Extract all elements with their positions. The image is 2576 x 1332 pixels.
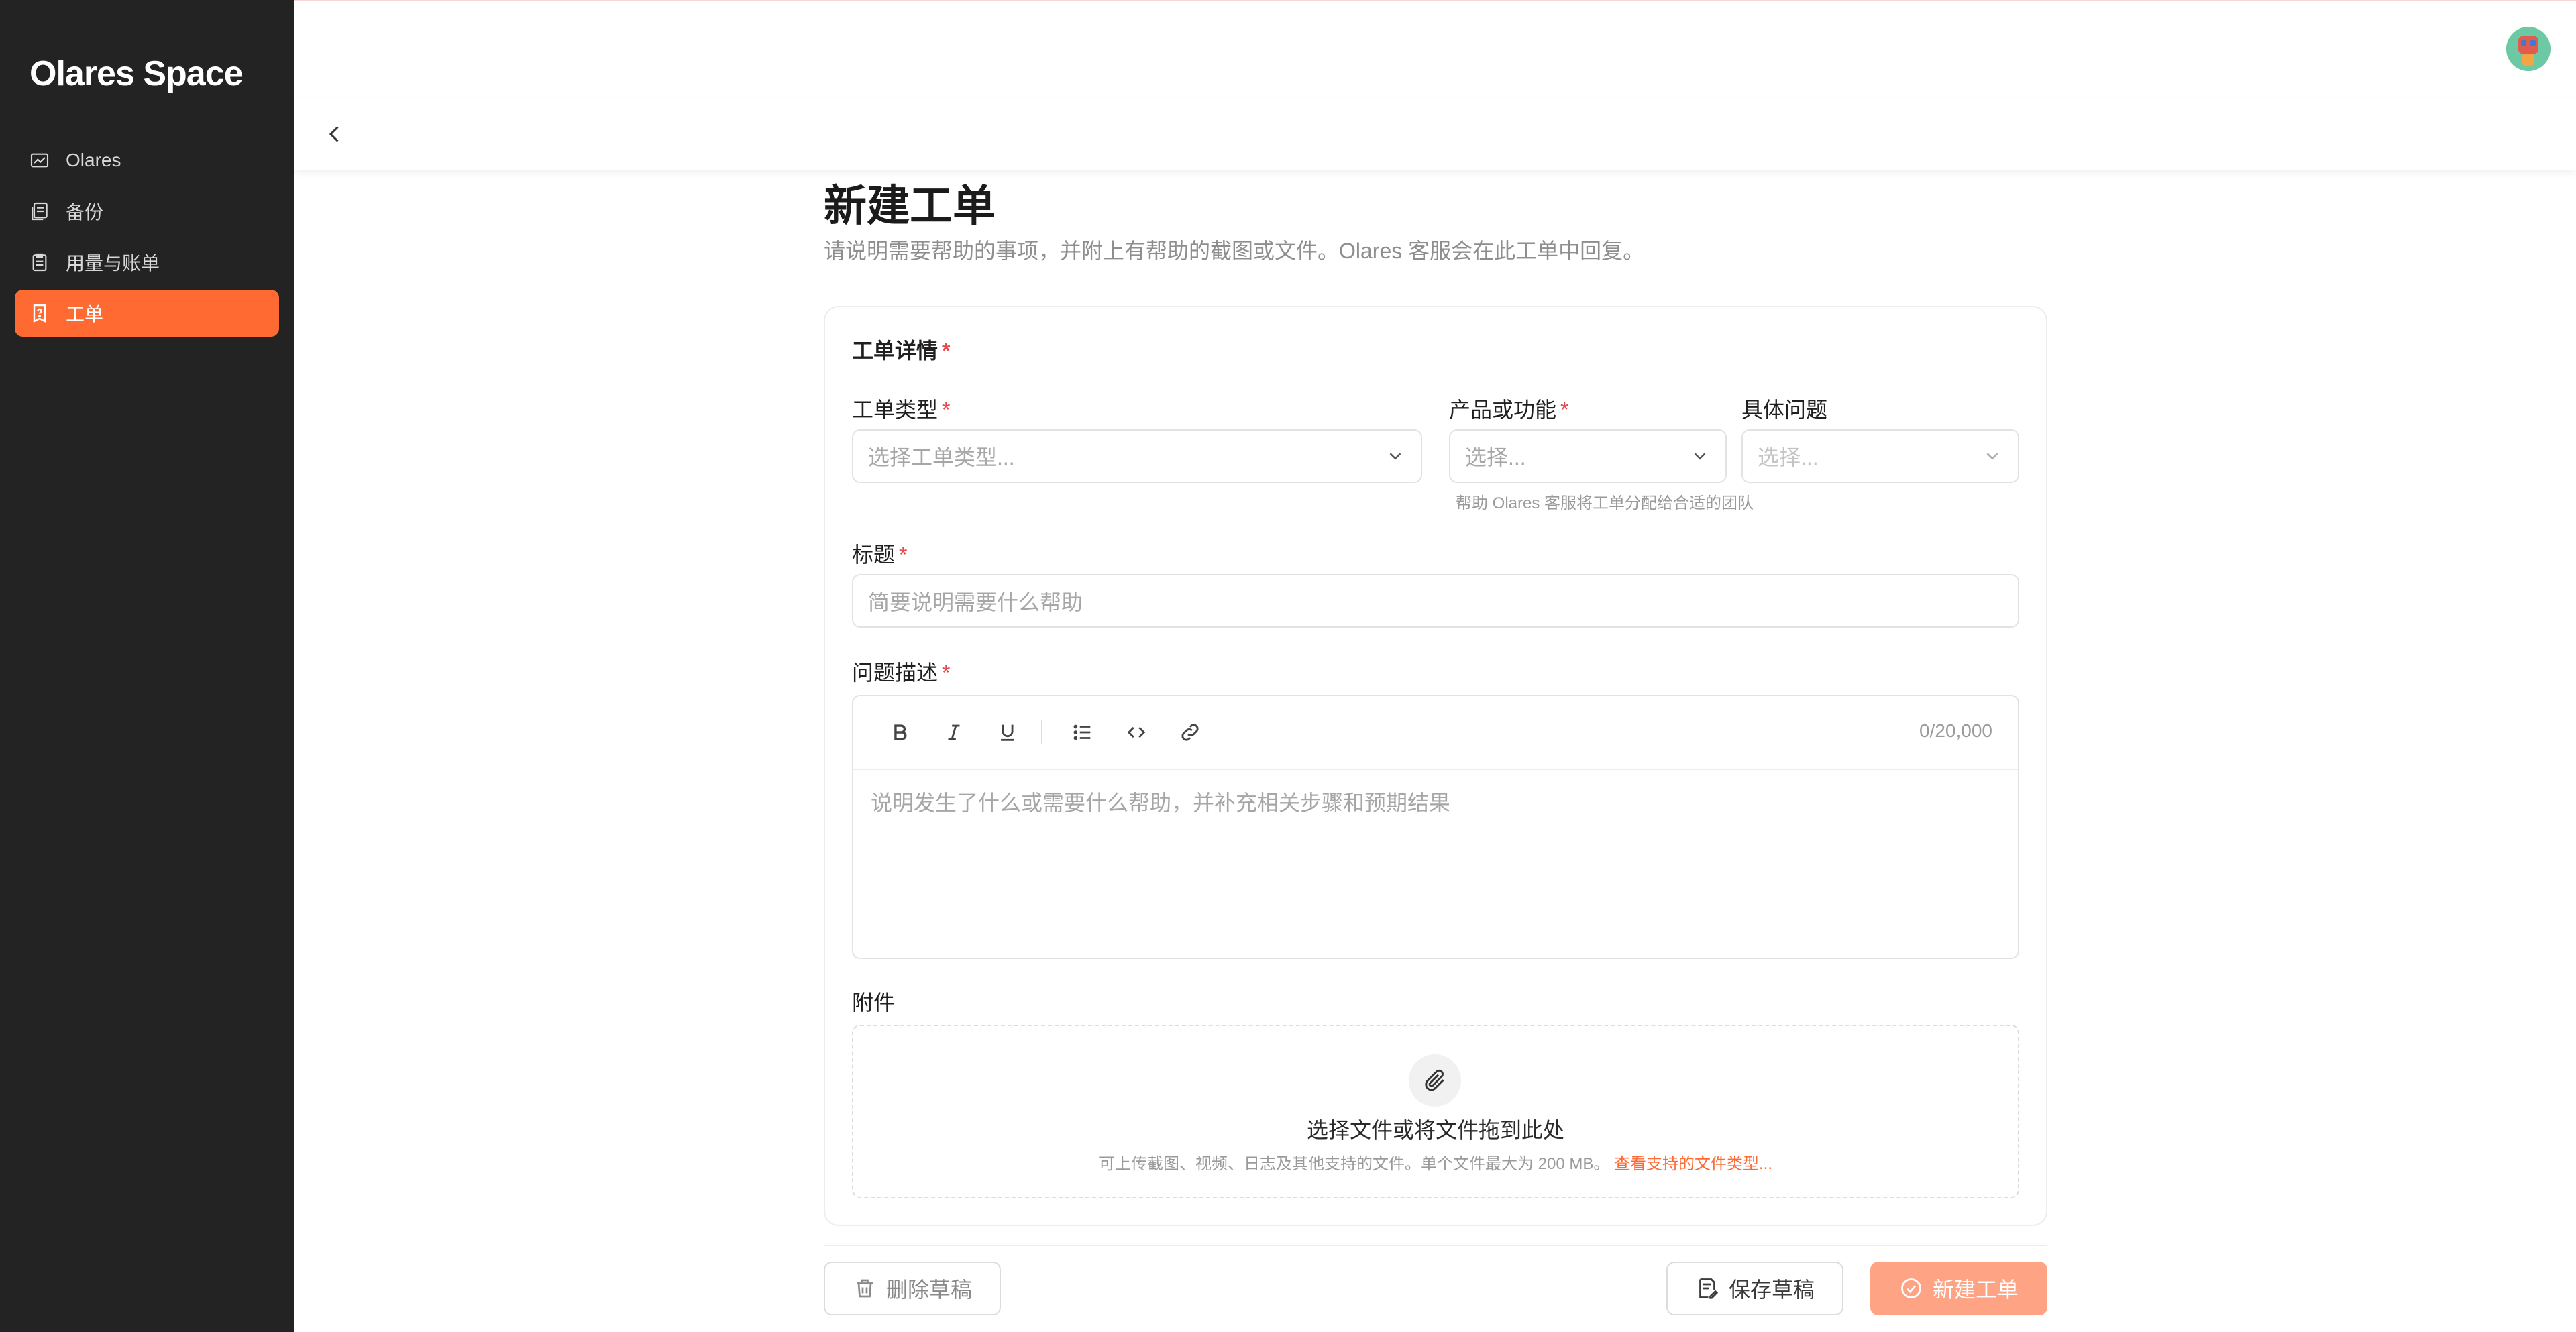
sidebar-item-tickets[interactable]: 工单 <box>15 290 279 337</box>
dropzone-hint: 可上传截图、视频、日志及其他支持的文件。单个文件最大为 200 MB。 查看支持… <box>1098 1155 1773 1173</box>
section-title: 工单详情 * <box>852 339 951 363</box>
check-circle-icon <box>1901 1278 1921 1298</box>
chart-icon <box>28 149 51 172</box>
sidebar-item-label: 用量与账单 <box>66 253 160 274</box>
description-editor: 0/20,000 说明发生了什么或需要什么帮助，并补充相关步骤和预期结果 <box>852 695 2019 959</box>
top-bar <box>294 0 2576 97</box>
issue-label: 具体问题 <box>1741 398 1828 422</box>
bold-icon[interactable] <box>887 719 914 746</box>
subject-label: 标题 * <box>852 543 908 567</box>
italic-icon[interactable] <box>941 719 967 746</box>
paperclip-icon <box>1409 1054 1461 1107</box>
routing-hint: 帮助 Olares 客服将工单分配给合适的团队 <box>1456 494 1754 512</box>
brand-logo[interactable]: Olares Space <box>30 54 244 94</box>
sidebar-item-billing[interactable]: 用量与账单 <box>15 239 279 286</box>
subject-input[interactable]: 简要说明需要什么帮助 <box>852 574 2019 628</box>
draft-icon <box>1699 1278 1719 1299</box>
chevron-down-icon <box>1689 445 1711 467</box>
chevron-left-icon <box>329 126 339 142</box>
chevron-down-icon <box>1385 445 1406 467</box>
sidebar-item-label: 备份 <box>66 202 104 223</box>
ticket-type-select[interactable]: 选择工单类型... <box>852 429 1422 483</box>
attachments-label: 附件 <box>852 991 896 1015</box>
sidebar-nav: Olares 备份 用量与账单 工单 <box>15 137 279 341</box>
ticket-icon <box>28 302 51 325</box>
description-label: 问题描述 * <box>852 661 951 685</box>
footer-divider <box>824 1245 2047 1246</box>
backup-icon <box>28 200 51 223</box>
back-button[interactable] <box>319 118 351 150</box>
save-draft-button[interactable]: 保存草稿 <box>1666 1262 1843 1315</box>
delete-draft-button[interactable]: 删除草稿 <box>824 1262 1001 1315</box>
underline-icon[interactable] <box>994 719 1021 746</box>
ticket-type-label: 工单类型 * <box>852 398 951 422</box>
dropzone-title: 选择文件或将文件拖到此处 <box>1306 1118 1564 1142</box>
required-mark: * <box>942 339 951 363</box>
link-icon[interactable] <box>1177 719 1203 746</box>
supported-types-link[interactable]: 查看支持的文件类型... <box>1614 1155 1772 1173</box>
create-ticket-button[interactable]: 新建工单 <box>1870 1262 2047 1315</box>
trash-icon <box>856 1279 873 1298</box>
product-label: 产品或功能 * <box>1449 398 1569 422</box>
required-mark: * <box>942 661 951 685</box>
editor-toolbar: 0/20,000 <box>853 696 2018 770</box>
page-subtitle: 请说明需要帮助的事项，并附上有帮助的截图或文件。Olares 客服会在此工单中回… <box>824 239 1645 263</box>
sidebar-item-label: Olares <box>66 150 121 170</box>
required-mark: * <box>942 398 951 422</box>
page-title: 新建工单 <box>824 182 996 230</box>
sidebar-item-backup[interactable]: 备份 <box>15 188 279 235</box>
code-icon[interactable] <box>1123 719 1150 746</box>
product-select[interactable]: 选择... <box>1449 429 1727 483</box>
issue-select[interactable]: 选择... <box>1741 429 2019 483</box>
toolbar-divider <box>1041 720 1042 744</box>
chevron-down-icon <box>1982 445 2003 467</box>
attachment-dropzone[interactable]: 选择文件或将文件拖到此处 可上传截图、视频、日志及其他支持的文件。单个文件最大为… <box>852 1025 2019 1198</box>
ticket-form-card: 工单详情 * 工单类型 * 选择工单类型... 产品或功能 * 选择... 具体问题 … <box>824 306 2047 1226</box>
character-counter: 0/20,000 <box>1919 720 1992 741</box>
sidebar: Olares Space Olares 备份 用量与账单 工单 <box>0 0 294 1332</box>
page-header-bar <box>294 98 2576 170</box>
required-mark: * <box>1560 398 1569 422</box>
description-textarea[interactable]: 说明发生了什么或需要什么帮助，并补充相关步骤和预期结果 <box>853 770 2018 833</box>
sidebar-item-olares[interactable]: Olares <box>15 137 279 184</box>
sidebar-item-label: 工单 <box>66 304 104 325</box>
billing-icon <box>28 251 51 274</box>
bullet-list-icon[interactable] <box>1069 719 1096 746</box>
required-mark: * <box>899 543 908 567</box>
avatar[interactable] <box>2506 27 2551 71</box>
